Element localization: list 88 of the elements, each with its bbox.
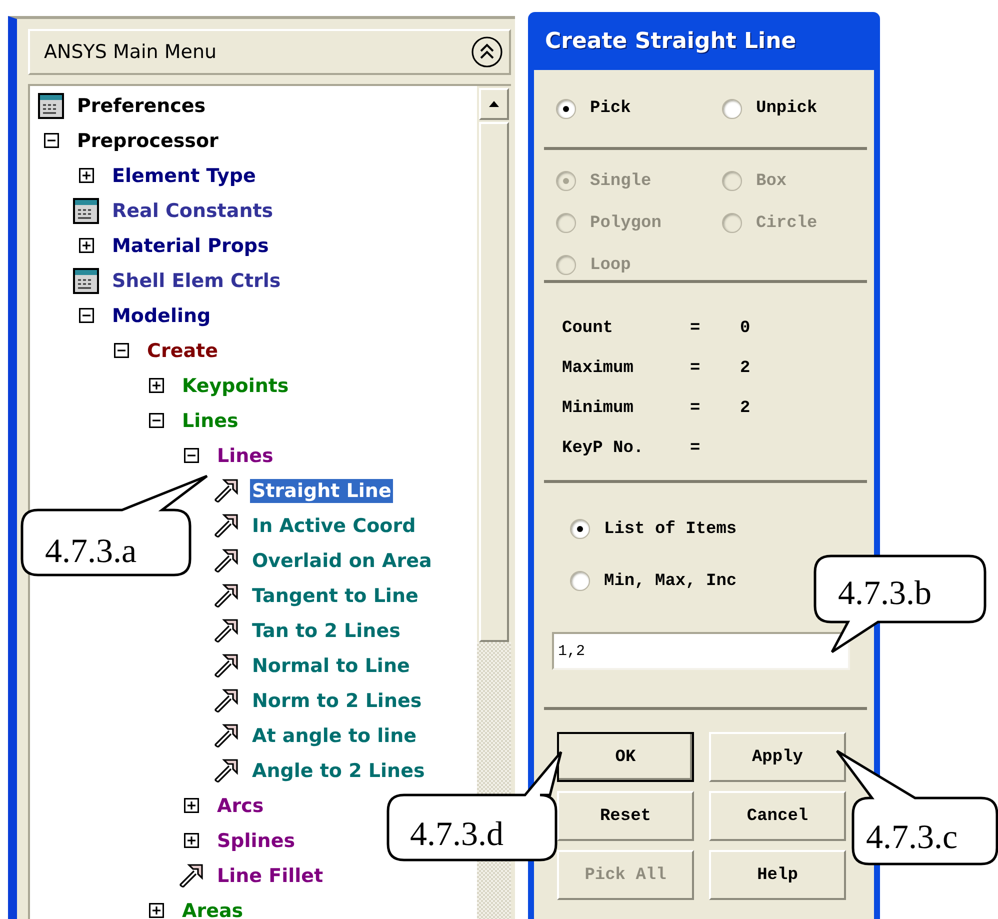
tree-item[interactable]: Preprocessor	[75, 128, 220, 152]
equals-sign: =	[690, 398, 702, 418]
radio-label: Unpick	[756, 99, 818, 118]
tree-item[interactable]: Angle to 2 Lines	[250, 758, 427, 782]
tree-item[interactable]: At angle to line	[250, 724, 419, 748]
radio-button[interactable]	[556, 98, 576, 118]
arrow-icon	[213, 548, 239, 574]
radio-label: Circle	[756, 214, 818, 232]
expand-box-icon[interactable]	[148, 378, 164, 393]
dialog-window-icon	[73, 198, 99, 224]
up-arrow-icon	[489, 101, 499, 107]
info-label: Count	[562, 318, 614, 338]
tree-item[interactable]: Norm to 2 Lines	[250, 688, 424, 712]
tree-item[interactable]: Element Type	[110, 164, 258, 188]
radio-button[interactable]	[722, 98, 742, 118]
dialog-window-icon	[38, 92, 64, 118]
tree-item[interactable]: Lines	[215, 444, 276, 468]
tree-item[interactable]: Arcs	[215, 794, 266, 818]
tree-item[interactable]: Splines	[215, 828, 298, 852]
menu-title: ANSYS Main Menu	[44, 41, 217, 63]
expand-box-icon[interactable]	[78, 238, 94, 253]
info-value: 2	[740, 398, 752, 418]
tree-item[interactable]: Line Fillet	[215, 864, 326, 888]
dialog-window-icon	[73, 268, 99, 294]
arrow-icon	[213, 478, 239, 504]
arrow-icon	[213, 688, 239, 714]
scroll-up-button[interactable]	[479, 88, 509, 120]
equals-sign: =	[690, 438, 702, 458]
equals-sign: =	[690, 318, 702, 338]
expand-box-icon[interactable]	[148, 903, 164, 918]
callout-label: 4.7.3.d	[410, 816, 504, 853]
tree-item[interactable]: Straight Line	[250, 478, 394, 502]
info-label: KeyP No.	[562, 438, 645, 458]
tree-item[interactable]: Tan to 2 Lines	[250, 618, 402, 642]
expand-box-icon[interactable]	[184, 798, 198, 813]
radio-label: Min, Max, Inc	[604, 572, 737, 590]
dialog-button[interactable]: Apply	[709, 732, 846, 782]
collapse-icon[interactable]	[471, 36, 503, 68]
collapse-box-icon[interactable]	[114, 343, 128, 358]
collapse-box-icon[interactable]	[148, 413, 164, 428]
radio-label: Single	[590, 172, 652, 190]
collapse-box-icon[interactable]	[184, 448, 198, 463]
expand-box-icon[interactable]	[78, 168, 94, 183]
tree-item[interactable]: Overlaid on Area	[250, 548, 434, 572]
radio-label: Pick	[590, 99, 631, 118]
equals-sign: =	[690, 358, 702, 378]
input-field[interactable]: 1,2	[552, 632, 850, 670]
arrow-icon	[213, 722, 239, 748]
info-label: Minimum	[562, 398, 634, 418]
callout-label: 4.7.3.a	[45, 533, 137, 570]
tree-item[interactable]: Shell Elem Ctrls	[110, 268, 283, 292]
tree-item[interactable]: Material Props	[110, 234, 271, 258]
arrow-icon	[213, 618, 239, 644]
tree-item[interactable]: Areas	[180, 898, 246, 919]
dialog-button[interactable]: Cancel	[709, 791, 846, 841]
tree-item[interactable]: Preferences	[75, 94, 208, 118]
callout-label: 4.7.3.b	[838, 575, 932, 612]
expand-box-icon[interactable]	[184, 833, 198, 848]
collapse-box-icon[interactable]	[78, 308, 94, 323]
collapse-box-icon[interactable]	[44, 133, 58, 148]
radio-button[interactable]	[570, 571, 590, 591]
arrow-icon	[178, 862, 204, 888]
tree-item[interactable]: Create	[145, 338, 220, 362]
dialog-title: Create Straight Line	[545, 28, 796, 54]
radio-label: Box	[756, 172, 787, 190]
tree-item[interactable]: Normal to Line	[250, 654, 412, 678]
radio-label: Polygon	[590, 214, 662, 232]
dialog-button[interactable]: OK	[557, 732, 694, 782]
tree-item[interactable]: Tangent to Line	[250, 584, 420, 608]
dialog-button[interactable]: Help	[709, 850, 846, 900]
tree-item[interactable]: In Active Coord	[250, 514, 418, 538]
tree-item[interactable]: Modeling	[110, 304, 213, 328]
scrollbar-thumb[interactable]	[479, 122, 509, 642]
radio-label: Loop	[590, 256, 631, 274]
tree-item[interactable]: Real Constants	[110, 198, 276, 222]
info-value: 2	[740, 358, 752, 378]
info-label: Maximum	[562, 358, 634, 378]
dialog-button[interactable]: Reset	[557, 791, 694, 841]
tree-item[interactable]: Lines	[180, 408, 240, 432]
radio-button[interactable]	[570, 519, 590, 539]
arrow-icon	[213, 512, 239, 538]
info-value: 0	[740, 318, 752, 338]
callout-label: 4.7.3.c	[866, 819, 958, 856]
radio-label: List of Items	[604, 520, 737, 538]
arrow-icon	[213, 652, 239, 678]
arrow-icon	[213, 582, 239, 608]
arrow-icon	[213, 758, 239, 784]
tree-item[interactable]: Keypoints	[180, 374, 291, 398]
